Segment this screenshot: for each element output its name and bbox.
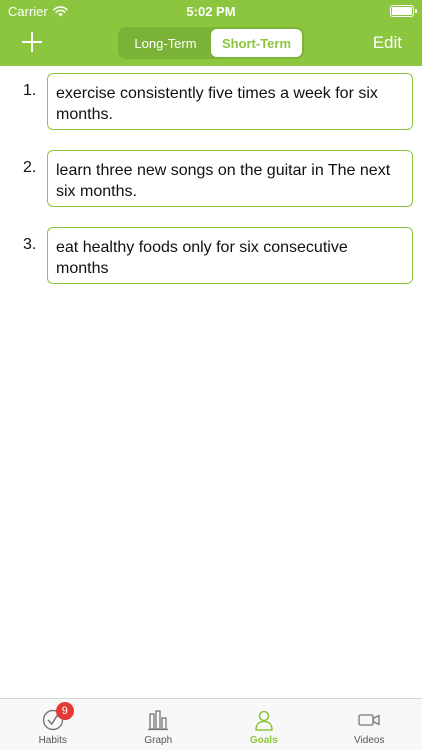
- tab-label: Videos: [354, 735, 385, 746]
- edit-button[interactable]: Edit: [373, 33, 402, 53]
- tab-label: Habits: [38, 735, 67, 746]
- habits-badge: 9: [55, 702, 74, 720]
- tab-habits[interactable]: 9 Habits: [0, 699, 106, 750]
- goal-item: 1. exercise consistently five times a we…: [0, 73, 422, 146]
- goal-number: 2.: [23, 159, 37, 176]
- tab-videos[interactable]: Videos: [317, 699, 422, 750]
- battery-icon: [390, 5, 417, 17]
- status-time: 5:02 PM: [186, 4, 236, 19]
- segment-short-term[interactable]: Short-Term: [211, 29, 302, 57]
- header: Carrier 5:02 PM Long-Term Short-Term Edi…: [0, 0, 422, 66]
- tab-graph[interactable]: Graph: [106, 699, 212, 750]
- battery-nub: [415, 9, 417, 13]
- nav-bar: Long-Term Short-Term Edit: [0, 22, 422, 66]
- goal-text-field[interactable]: exercise consistently five times a week …: [47, 73, 413, 130]
- goal-text-field[interactable]: learn three new songs on the guitar in T…: [47, 150, 413, 207]
- term-segmented-control: Long-Term Short-Term: [118, 27, 304, 59]
- goal-item: 2. learn three new songs on the guitar i…: [0, 150, 422, 223]
- add-goal-button[interactable]: [20, 30, 44, 54]
- status-bar: Carrier 5:02 PM: [0, 0, 422, 22]
- person-icon: [254, 710, 273, 731]
- tab-icon-wrap: [147, 707, 169, 733]
- tab-label: Goals: [249, 735, 278, 746]
- bar-chart-icon: [148, 710, 169, 731]
- tab-icon-wrap: 9: [42, 702, 74, 733]
- tab-icon-wrap: [357, 707, 381, 733]
- goal-number: 1.: [23, 82, 37, 99]
- goal-text-field[interactable]: eat healthy foods only for six consecuti…: [47, 227, 413, 284]
- video-camera-icon: [358, 714, 380, 726]
- tab-label: Graph: [144, 735, 173, 746]
- tab-goals[interactable]: Goals: [211, 699, 317, 750]
- goal-number: 3.: [23, 236, 37, 253]
- battery-level: [392, 7, 412, 15]
- goals-list: 1. exercise consistently five times a we…: [0, 73, 422, 304]
- segment-long-term[interactable]: Long-Term: [120, 29, 211, 57]
- goal-item: 3. eat healthy foods only for six consec…: [0, 227, 422, 300]
- tab-icon-wrap: [253, 707, 275, 733]
- tab-bar: 9 Habits Graph Goals Videos: [0, 698, 422, 750]
